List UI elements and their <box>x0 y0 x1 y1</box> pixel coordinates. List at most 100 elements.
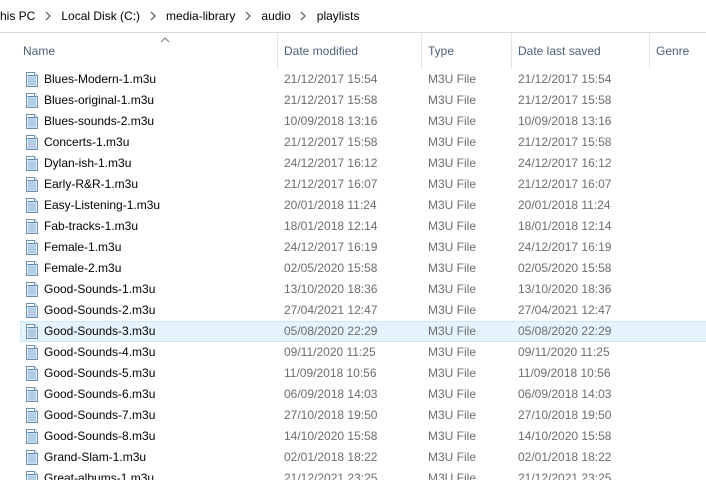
file-row[interactable]: Early-R&R-1.m3u 21/12/2017 16:07 M3U File 2… <box>0 174 706 195</box>
file-row[interactable]: Good-Sounds-6.m3u 06/09/2018 14:03 M3U Fil… <box>0 384 706 405</box>
file-date-modified: 21/12/2017 15:58 <box>284 93 378 107</box>
breadcrumb-local-disk[interactable]: Local Disk (C:) <box>55 0 146 33</box>
breadcrumb-this-pc[interactable]: his PC <box>0 0 41 33</box>
playlist-file-icon <box>25 135 39 150</box>
file-date-last-saved: 27/04/2021 12:47 <box>518 303 612 317</box>
playlist-file-icon <box>25 408 39 423</box>
file-row[interactable]: Female-1.m3u 24/12/2017 16:19 M3U File 24/1… <box>0 237 706 258</box>
file-row[interactable]: Good-Sounds-2.m3u 27/04/2021 12:47 M3U Fil… <box>0 300 706 321</box>
file-date-modified: 21/12/2017 15:58 <box>284 135 378 149</box>
file-type: M3U File <box>428 408 477 422</box>
file-name: Good-Sounds-3.m3u <box>44 324 156 338</box>
file-date-last-saved: 20/01/2018 11:24 <box>518 198 611 212</box>
file-date-last-saved: 21/12/2017 15:58 <box>518 93 612 107</box>
file-row[interactable]: Concerts-1.m3u 21/12/2017 15:58 M3U File 21… <box>0 132 706 153</box>
column-header-type[interactable]: Type <box>422 33 512 69</box>
file-type: M3U File <box>428 93 477 107</box>
file-name: Good-Sounds-1.m3u <box>44 282 156 296</box>
file-type: M3U File <box>428 72 477 86</box>
breadcrumb-media-library[interactable]: media-library <box>160 0 241 33</box>
column-header-name[interactable]: Name <box>17 33 278 69</box>
file-type: M3U File <box>428 345 477 359</box>
playlist-file-icon <box>25 450 39 465</box>
playlist-file-icon <box>25 282 39 297</box>
file-date-modified: 21/12/2021 23:25 <box>284 471 378 480</box>
file-date-modified: 24/12/2017 16:19 <box>284 240 378 254</box>
file-name: Good-Sounds-4.m3u <box>44 345 156 359</box>
playlist-file-icon <box>25 324 39 339</box>
file-name: Easy-Listening-1.m3u <box>44 198 161 212</box>
file-row[interactable]: Great-albums-1.m3u 21/12/2021 23:25 M3U Fi… <box>0 468 706 480</box>
file-row[interactable]: Good-Sounds-8.m3u 14/10/2020 15:58 M3U Fil… <box>0 426 706 447</box>
breadcrumb-playlists[interactable]: playlists <box>311 0 366 33</box>
file-date-last-saved: 02/01/2018 18:22 <box>518 450 612 464</box>
column-header-date-last-saved[interactable]: Date last saved <box>512 33 650 69</box>
chevron-right-icon[interactable] <box>297 0 311 33</box>
file-row[interactable]: Blues-sounds-2.m3u 10/09/2018 13:16 M3U Fi… <box>0 111 706 132</box>
file-date-last-saved: 24/12/2017 16:12 <box>518 156 612 170</box>
file-type: M3U File <box>428 240 477 254</box>
file-row[interactable]: Easy-Listening-1.m3u 20/01/2018 11:24 M3U … <box>0 195 706 216</box>
file-row[interactable]: Good-Sounds-1.m3u 13/10/2020 18:36 M3U Fil… <box>0 279 706 300</box>
file-row[interactable]: Good-Sounds-4.m3u 09/11/2020 11:25 M3U Fil… <box>0 342 706 363</box>
file-date-last-saved: 24/12/2017 16:19 <box>518 240 612 254</box>
file-row[interactable]: Blues-Modern-1.m3u 21/12/2017 15:54 M3U Fi… <box>0 69 706 90</box>
file-row[interactable]: Fab-tracks-1.m3u 18/01/2018 12:14 M3U File… <box>0 216 706 237</box>
file-type: M3U File <box>428 387 477 401</box>
chevron-right-icon[interactable] <box>241 0 255 33</box>
playlist-file-icon <box>25 387 39 402</box>
file-row[interactable]: Good-Sounds-7.m3u 27/10/2018 19:50 M3U Fil… <box>0 405 706 426</box>
file-row[interactable]: Dylan-ish-1.m3u 24/12/2017 16:12 M3U File 2… <box>0 153 706 174</box>
column-header-date-modified-label: Date modified <box>284 44 359 58</box>
file-type: M3U File <box>428 303 477 317</box>
file-date-modified: 02/05/2020 15:58 <box>284 261 378 275</box>
playlist-file-icon <box>25 240 39 255</box>
file-type: M3U File <box>428 366 477 380</box>
file-name: Early-R&R-1.m3u <box>44 177 139 191</box>
file-date-last-saved: 11/09/2018 10:56 <box>518 366 611 380</box>
file-row[interactable]: Grand-Slam-1.m3u 02/01/2018 18:22 M3U File… <box>0 447 706 468</box>
chevron-right-icon[interactable] <box>41 0 55 33</box>
column-header-date-last-saved-label: Date last saved <box>518 44 601 58</box>
file-row[interactable]: Good-Sounds-3.m3u 05/08/2020 22:29 M3U Fil… <box>0 321 706 342</box>
file-row[interactable]: Blues-original-1.m3u 21/12/2017 15:58 M3U … <box>0 90 706 111</box>
file-date-modified: 18/01/2018 12:14 <box>284 219 378 233</box>
file-date-modified: 21/12/2017 16:07 <box>284 177 378 191</box>
file-name: Female-1.m3u <box>44 240 122 254</box>
column-header-name-label: Name <box>23 44 56 58</box>
file-name: Great-albums-1.m3u <box>44 471 155 480</box>
file-row[interactable]: Good-Sounds-5.m3u 11/09/2018 10:56 M3U Fil… <box>0 363 706 384</box>
file-date-last-saved: 09/11/2020 11:25 <box>518 345 610 359</box>
file-date-modified: 10/09/2018 13:16 <box>284 114 378 128</box>
file-date-modified: 14/10/2020 15:58 <box>284 429 378 443</box>
playlist-file-icon <box>25 345 39 360</box>
breadcrumb-audio[interactable]: audio <box>255 0 296 33</box>
column-header-date-modified[interactable]: Date modified <box>278 33 422 69</box>
file-name: Fab-tracks-1.m3u <box>44 219 139 233</box>
chevron-right-icon[interactable] <box>146 0 160 33</box>
playlist-file-icon <box>25 93 39 108</box>
file-date-modified: 11/09/2018 10:56 <box>284 366 377 380</box>
file-name: Blues-original-1.m3u <box>44 93 155 107</box>
file-date-modified: 05/08/2020 22:29 <box>284 324 378 338</box>
file-date-last-saved: 18/01/2018 12:14 <box>518 219 612 233</box>
address-bar[interactable]: his PC Local Disk (C:) media-library aud… <box>0 0 706 33</box>
playlist-file-icon <box>25 72 39 87</box>
playlist-file-icon <box>25 198 39 213</box>
file-type: M3U File <box>428 324 477 338</box>
file-name: Good-Sounds-6.m3u <box>44 387 156 401</box>
playlist-file-icon <box>25 471 39 480</box>
file-date-modified: 13/10/2020 18:36 <box>284 282 378 296</box>
file-date-last-saved: 21/12/2017 15:58 <box>518 135 612 149</box>
file-type: M3U File <box>428 135 477 149</box>
file-date-last-saved: 13/10/2020 18:36 <box>518 282 612 296</box>
file-type: M3U File <box>428 156 477 170</box>
file-date-last-saved: 21/12/2017 16:07 <box>518 177 612 191</box>
file-date-last-saved: 02/05/2020 15:58 <box>518 261 612 275</box>
file-row[interactable]: Female-2.m3u 02/05/2020 15:58 M3U File 02/0… <box>0 258 706 279</box>
file-date-last-saved: 21/12/2017 15:54 <box>518 72 612 86</box>
column-header-genre[interactable]: Genre <box>650 33 706 69</box>
file-type: M3U File <box>428 114 477 128</box>
sort-ascending-icon <box>160 37 170 43</box>
file-date-modified: 02/01/2018 18:22 <box>284 450 378 464</box>
